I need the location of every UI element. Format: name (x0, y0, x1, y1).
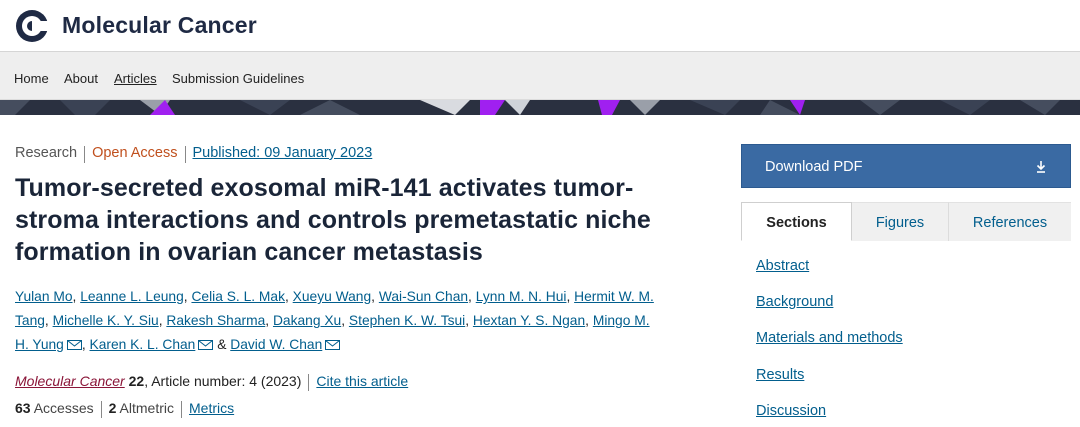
meta-divider (308, 374, 310, 391)
article-meta: Research Open Access Published: 09 January… (15, 145, 372, 165)
author-link[interactable]: Stephen K. W. Tsui (349, 313, 465, 328)
author-link[interactable]: Wai-Sun Chan (379, 289, 468, 304)
nav-submission-guidelines[interactable]: Submission Guidelines (172, 71, 304, 86)
email-icon[interactable] (66, 340, 82, 350)
open-access-badge: Open Access (92, 145, 178, 161)
author-list: Yulan Mo, Leanne L. Leung, Celia S. L. M… (15, 289, 654, 352)
decorative-banner (0, 100, 1080, 115)
author-link[interactable]: David W. Chan (230, 337, 322, 352)
section-link-results[interactable]: Results (756, 367, 804, 383)
nav-articles[interactable]: Articles (114, 71, 157, 86)
section-link-discussion[interactable]: Discussion (756, 403, 826, 419)
author-link[interactable]: Leanne L. Leung (80, 289, 184, 304)
published-date-link[interactable]: Published: 09 January 2023 (193, 145, 373, 161)
email-icon[interactable] (325, 340, 341, 350)
journal-name[interactable]: Molecular Cancer (62, 12, 257, 39)
section-link-abstract[interactable]: Abstract (756, 258, 809, 274)
author-link[interactable]: Lynn M. N. Hui (476, 289, 567, 304)
volume-number: 22 (128, 373, 145, 389)
altmetric-count: 2 (108, 400, 117, 416)
article-number: , Article number: 4 (2023) (144, 373, 302, 389)
author-link[interactable]: Celia S. L. Mak (191, 289, 285, 304)
tab-figures[interactable]: Figures (852, 202, 948, 241)
article-title: Tumor-secreted exosomal miR-141 activate… (15, 174, 651, 266)
altmetric-label: Altmetric (119, 400, 174, 416)
section-link-materials-and-methods[interactable]: Materials and methods (756, 330, 903, 346)
author-link[interactable]: Karen K. L. Chan (90, 337, 196, 352)
sidebar-tabs: Sections Figures References (741, 202, 1071, 241)
email-icon[interactable] (198, 340, 214, 350)
author-link[interactable]: Dakang Xu (273, 313, 341, 328)
banner-pattern-icon (0, 100, 1080, 115)
author-link[interactable]: Michelle K. Y. Siu (53, 313, 159, 328)
download-pdf-label: Download PDF (765, 159, 863, 175)
nav-about[interactable]: About (64, 71, 98, 86)
download-pdf-button[interactable]: Download PDF (741, 144, 1071, 188)
tab-references[interactable]: References (948, 202, 1071, 241)
tab-sections[interactable]: Sections (741, 202, 852, 241)
section-link-background[interactable]: Background (756, 294, 833, 310)
author-conjunction: & (217, 337, 227, 352)
journal-link[interactable]: Molecular Cancer (15, 373, 125, 389)
citation-line: Molecular Cancer 22, Article number: 4 (… (15, 373, 408, 391)
article-metrics: 63 Accesses 2 Altmetric Metrics (15, 400, 234, 418)
main-nav: Home About Articles Submission Guideline… (0, 52, 1080, 100)
download-arrow-icon (1036, 161, 1046, 173)
nav-home[interactable]: Home (14, 71, 49, 86)
article-type: Research (15, 145, 78, 161)
meta-divider (181, 401, 182, 418)
accesses-count: 63 (15, 400, 31, 416)
meta-divider (84, 146, 86, 163)
author-link[interactable]: Rakesh Sharma (166, 313, 265, 328)
meta-divider (100, 401, 102, 418)
cite-this-article-link[interactable]: Cite this article (316, 373, 408, 389)
journal-logo-icon[interactable] (14, 8, 50, 44)
accesses-label: Accesses (33, 400, 94, 416)
metrics-link[interactable]: Metrics (189, 400, 234, 416)
meta-divider (184, 146, 186, 163)
author-link[interactable]: Yulan Mo (15, 289, 73, 304)
site-header: Molecular Cancer (0, 0, 1080, 52)
author-link[interactable]: Xueyu Wang (293, 289, 371, 304)
author-link[interactable]: Hextan Y. S. Ngan (473, 313, 585, 328)
